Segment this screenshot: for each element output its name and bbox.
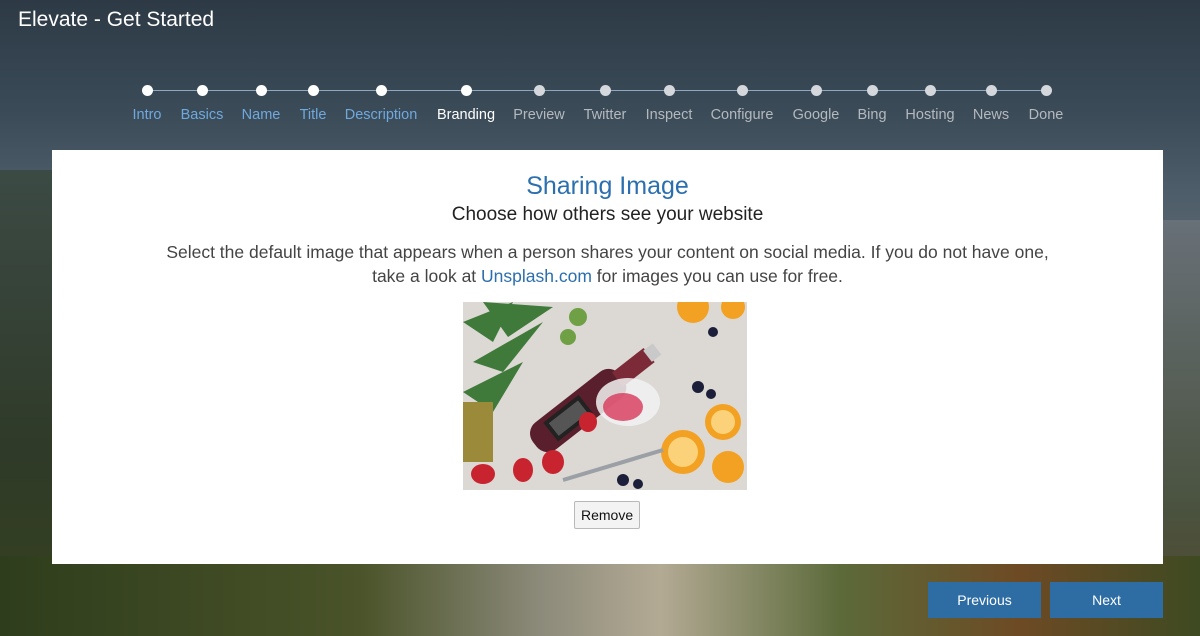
setup-panel: Sharing Image Choose how others see your… bbox=[52, 150, 1163, 564]
step-dot bbox=[308, 85, 319, 96]
step-dot bbox=[811, 85, 822, 96]
description-text-after: for images you can use for free. bbox=[591, 266, 843, 286]
remove-image-button[interactable]: Remove bbox=[574, 501, 640, 529]
unsplash-link[interactable]: Unsplash.com bbox=[481, 266, 592, 286]
panel-description: Select the default image that appears wh… bbox=[162, 240, 1053, 288]
next-button[interactable]: Next bbox=[1050, 582, 1163, 618]
step-dot bbox=[461, 85, 472, 96]
step-dot bbox=[256, 85, 267, 96]
step-dot bbox=[925, 85, 936, 96]
previous-button[interactable]: Previous bbox=[928, 582, 1041, 618]
app-title: Elevate - Get Started bbox=[18, 8, 215, 31]
panel-subtitle: Choose how others see your website bbox=[451, 204, 764, 225]
step-dot bbox=[986, 85, 997, 96]
step-dot bbox=[737, 85, 748, 96]
step-dot bbox=[664, 85, 675, 96]
step-dot bbox=[1041, 85, 1052, 96]
stepper-connector-line bbox=[147, 90, 1046, 91]
progress-stepper: Intro Basics Name Title Description Branding P… bbox=[120, 80, 1080, 130]
step-label: Done bbox=[1028, 107, 1064, 123]
step-dot bbox=[376, 85, 387, 96]
step-dot bbox=[867, 85, 878, 96]
step-dot bbox=[142, 85, 153, 96]
step-dot bbox=[600, 85, 611, 96]
sharing-image-preview bbox=[463, 302, 747, 490]
step-dot bbox=[534, 85, 545, 96]
step-dot bbox=[197, 85, 208, 96]
sharing-image-graphic bbox=[463, 302, 747, 490]
panel-title: Sharing Image bbox=[526, 172, 689, 200]
